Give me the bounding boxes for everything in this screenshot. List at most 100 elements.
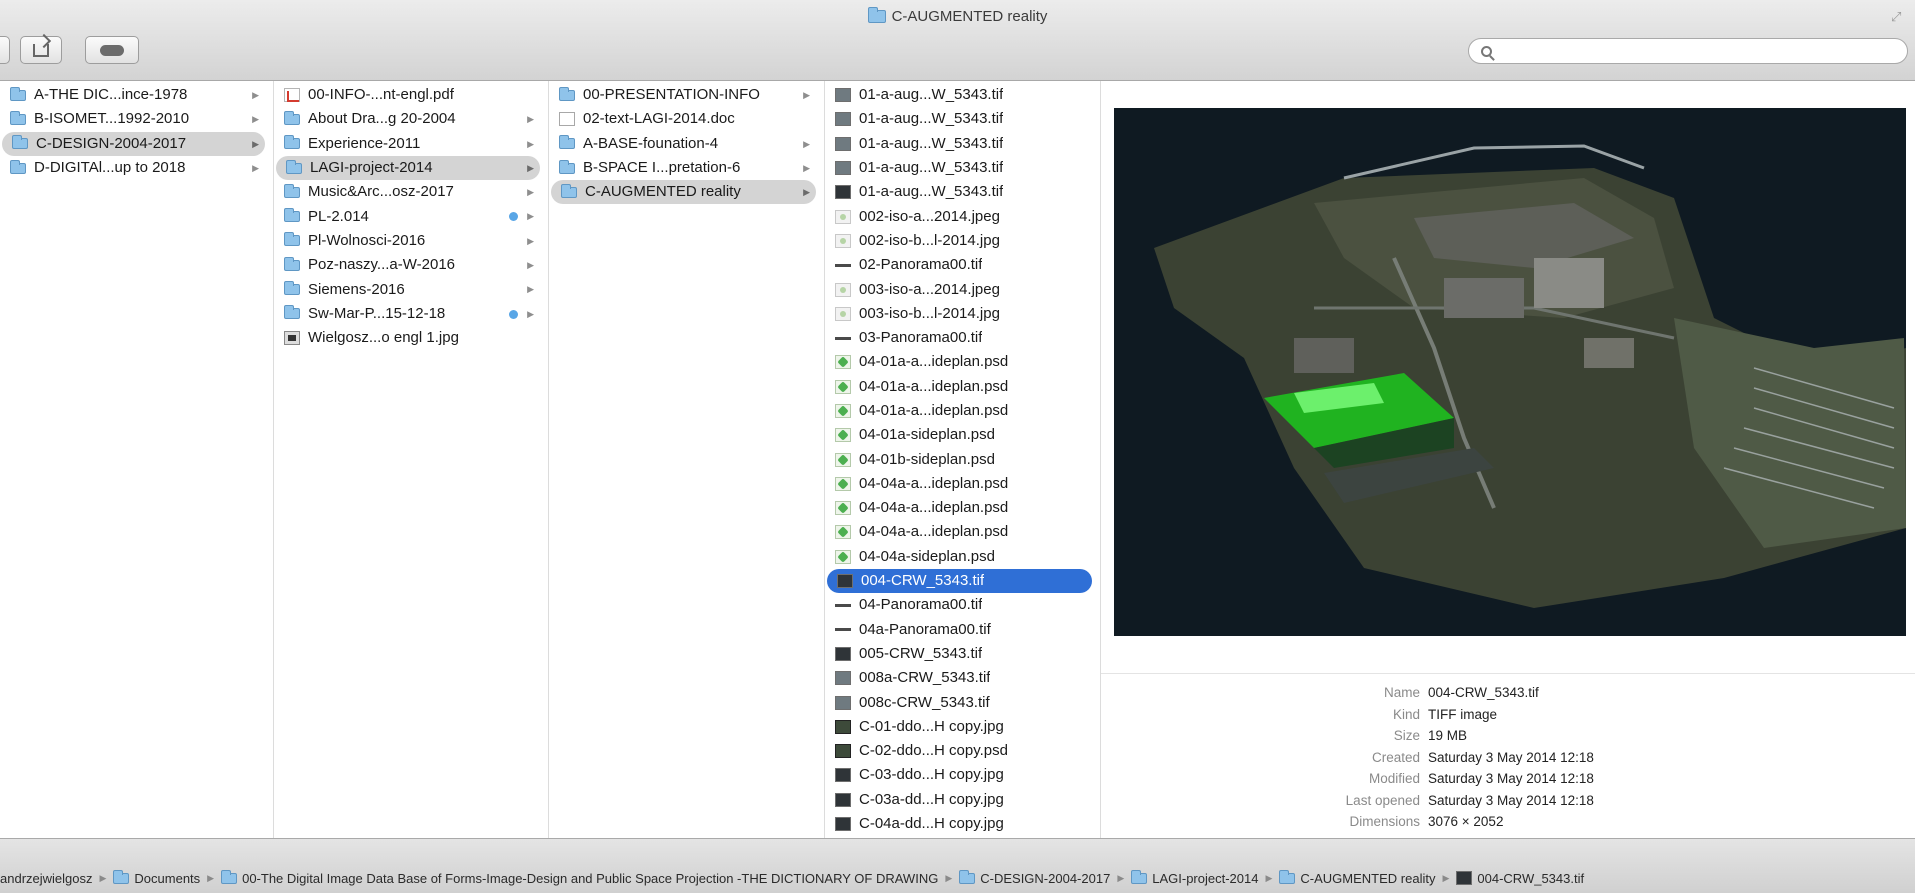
list-item[interactable]: C-03-ddo...H copy.jpg — [825, 763, 1092, 787]
list-item[interactable]: B-SPACE I...pretation-6 ▶ — [549, 156, 816, 180]
list-item[interactable]: 003-iso-a...2014.jpeg — [825, 277, 1092, 301]
list-item[interactable]: 03-Panorama00.tif — [825, 326, 1092, 350]
list-item[interactable]: C-03a-dd...H copy.jpg — [825, 788, 1092, 812]
info-key: Name — [1383, 685, 1420, 700]
list-item[interactable]: Music&Arc...osz-2017 ▶ — [274, 180, 540, 204]
list-item[interactable]: Pl-Wolnosci-2016 ▶ — [274, 229, 540, 253]
list-item[interactable]: 01-a-aug...W_5343.tif — [825, 156, 1092, 180]
tag-button[interactable] — [85, 36, 139, 64]
list-item[interactable]: 04-04a-a...ideplan.psd — [825, 496, 1092, 520]
list-item[interactable]: 04a-Panorama00.tif — [825, 618, 1092, 642]
info-value: Saturday 3 May 2014 12:18 — [1428, 771, 1594, 786]
path-crumb[interactable]: C-AUGMENTED reality — [1279, 869, 1435, 886]
list-item-label: 02-Panorama00.tif — [859, 256, 983, 274]
action-button[interactable] — [0, 36, 10, 64]
column-1[interactable]: A-THE DIC...ince-1978 ▶ B-ISOMET...1992-20… — [0, 81, 274, 838]
list-item[interactable]: About Dra...g 20-2004 ▶ — [274, 107, 540, 131]
search-icon — [1481, 45, 1492, 57]
path-crumb[interactable]: C-DESIGN-2004-2017 — [959, 869, 1110, 886]
list-item[interactable]: LAGI-project-2014 ▶ — [276, 155, 540, 181]
folder-icon — [284, 208, 300, 223]
list-item[interactable]: 002-iso-a...2014.jpeg — [825, 204, 1092, 228]
column-2[interactable]: 00-INFO-...nt-engl.pdf About Dra...g 20-2… — [274, 81, 549, 838]
list-item[interactable]: 01-a-aug...W_5343.tif — [825, 132, 1092, 156]
path-crumb[interactable]: LAGI-project-2014 — [1131, 869, 1258, 886]
list-item[interactable]: C-DESIGN-2004-2017 ▶ — [2, 131, 265, 156]
list-item[interactable]: C-02-ddo...H copy.psd — [825, 739, 1092, 763]
list-item[interactable]: 04-Panorama00.tif — [825, 593, 1092, 617]
list-item[interactable]: B-ISOMET...1992-2010 ▶ — [0, 107, 265, 131]
list-item[interactable]: 002-iso-b...l-2014.jpg — [825, 229, 1092, 253]
list-item-label: C-01-ddo...H copy.jpg — [859, 717, 1004, 735]
list-item[interactable]: 02-Panorama00.tif — [825, 253, 1092, 277]
list-item[interactable]: PL-2.014 ▶ — [274, 204, 540, 228]
search-input[interactable] — [1500, 43, 1880, 59]
list-item[interactable]: 005-CRW_5343.tif — [825, 642, 1092, 666]
disclosure-arrow-icon: ▶ — [527, 187, 534, 198]
list-item[interactable]: 008a-CRW_5343.tif — [825, 666, 1092, 690]
tif-icon — [835, 161, 851, 176]
psd-icon — [835, 476, 851, 491]
share-button[interactable] — [20, 36, 62, 64]
path-crumb[interactable]: 004-CRW_5343.tif — [1456, 871, 1584, 886]
psd-icon — [835, 525, 851, 540]
list-item[interactable]: Siemens-2016 ▶ — [274, 277, 540, 301]
search-field[interactable] — [1468, 38, 1908, 64]
list-item[interactable]: Sw-Mar-P...15-12-18 ▶ — [274, 302, 540, 326]
list-item-label: 01-a-aug...W_5343.tif — [859, 134, 1004, 152]
list-item[interactable]: 04-01a-a...ideplan.psd — [825, 350, 1092, 374]
info-value: 19 MB — [1428, 728, 1468, 743]
list-item[interactable]: 04-04a-a...ideplan.psd — [825, 520, 1092, 544]
psd-icon — [835, 549, 851, 564]
list-item[interactable]: 04-01a-a...ideplan.psd — [825, 399, 1092, 423]
path-crumb[interactable]: Documents — [113, 869, 200, 886]
info-row: Dimensions 3076 × 2052 — [1101, 811, 1915, 833]
list-item[interactable]: 01-a-aug...W_5343.tif — [825, 180, 1092, 204]
list-item[interactable]: 01-a-aug...W_5343.tif — [825, 107, 1092, 131]
tif-dark-icon — [1456, 871, 1473, 885]
list-item[interactable]: 003-iso-b...l-2014.jpg — [825, 302, 1092, 326]
list-item[interactable]: Poz-naszy...a-W-2016 ▶ — [274, 253, 540, 277]
list-item[interactable]: Experience-2011 ▶ — [274, 132, 540, 156]
green-image-icon — [835, 719, 851, 734]
list-item-label: 002-iso-b...l-2014.jpg — [859, 231, 1000, 249]
list-item[interactable]: 04-01a-a...ideplan.psd — [825, 375, 1092, 399]
list-item-label: 04-04a-a...ideplan.psd — [859, 499, 1009, 517]
list-item[interactable]: D-DIGITAl...up to 2018 ▶ — [0, 156, 265, 180]
window-title-text: C-AUGMENTED reality — [891, 8, 1048, 25]
list-item[interactable]: 008c-CRW_5343.tif — [825, 690, 1092, 714]
list-item[interactable]: 00-PRESENTATION-INFO ▶ — [549, 83, 816, 107]
list-item-label: Sw-Mar-P...15-12-18 — [308, 304, 446, 322]
list-item[interactable]: 04-04a-sideplan.psd — [825, 545, 1092, 569]
list-item-label: Siemens-2016 — [308, 280, 405, 298]
path-crumb[interactable]: andrzejwielgosz — [0, 871, 93, 886]
list-item[interactable]: 04-01b-sideplan.psd — [825, 447, 1092, 471]
list-item[interactable]: A-THE DIC...ince-1978 ▶ — [0, 83, 265, 107]
list-item[interactable]: 04-01a-sideplan.psd — [825, 423, 1092, 447]
list-item[interactable]: C-04a-dd...H copy.jpg — [825, 812, 1092, 836]
list-item[interactable]: 00-INFO-...nt-engl.pdf — [274, 83, 540, 107]
disclosure-arrow-icon: ▶ — [527, 114, 534, 125]
path-crumb-label: andrzejwielgosz — [0, 870, 93, 886]
list-item[interactable]: 004-CRW_5343.tif — [827, 568, 1092, 594]
list-item[interactable]: 04-04a-a...ideplan.psd — [825, 472, 1092, 496]
tag-icon — [100, 44, 124, 56]
info-row: Modified Saturday 3 May 2014 12:18 — [1101, 768, 1915, 790]
list-item[interactable]: C-AUGMENTED reality ▶ — [551, 180, 816, 205]
info-key: Kind — [1392, 706, 1420, 722]
list-item[interactable]: 02-text-LAGI-2014.doc — [549, 107, 816, 131]
folder-icon — [113, 869, 130, 884]
fullscreen-icon[interactable]: ⤢ — [1891, 10, 1905, 24]
list-item-label: Experience-2011 — [308, 134, 421, 152]
list-item[interactable]: Wielgosz...o engl 1.jpg — [274, 326, 540, 350]
column-3[interactable]: 00-PRESENTATION-INFO ▶ 02-text-LAGI-2014.d… — [549, 81, 825, 838]
disclosure-arrow-icon: ▶ — [527, 308, 534, 319]
path-crumb[interactable]: 00-The Digital Image Data Base of Forms-… — [221, 869, 938, 886]
window-title: C-AUGMENTED reality — [0, 7, 1915, 25]
list-item[interactable]: A-BASE-founation-4 ▶ — [549, 132, 816, 156]
list-item[interactable]: 01-a-aug...W_5343.tif — [825, 83, 1092, 107]
column-4[interactable]: 01-a-aug...W_5343.tif 01-a-aug...W_5343.t… — [825, 81, 1101, 838]
list-item[interactable]: C-01-ddo...H copy.jpg — [825, 715, 1092, 739]
path-separator-icon: ▶ — [1442, 872, 1450, 883]
jpg-icon — [835, 209, 851, 224]
